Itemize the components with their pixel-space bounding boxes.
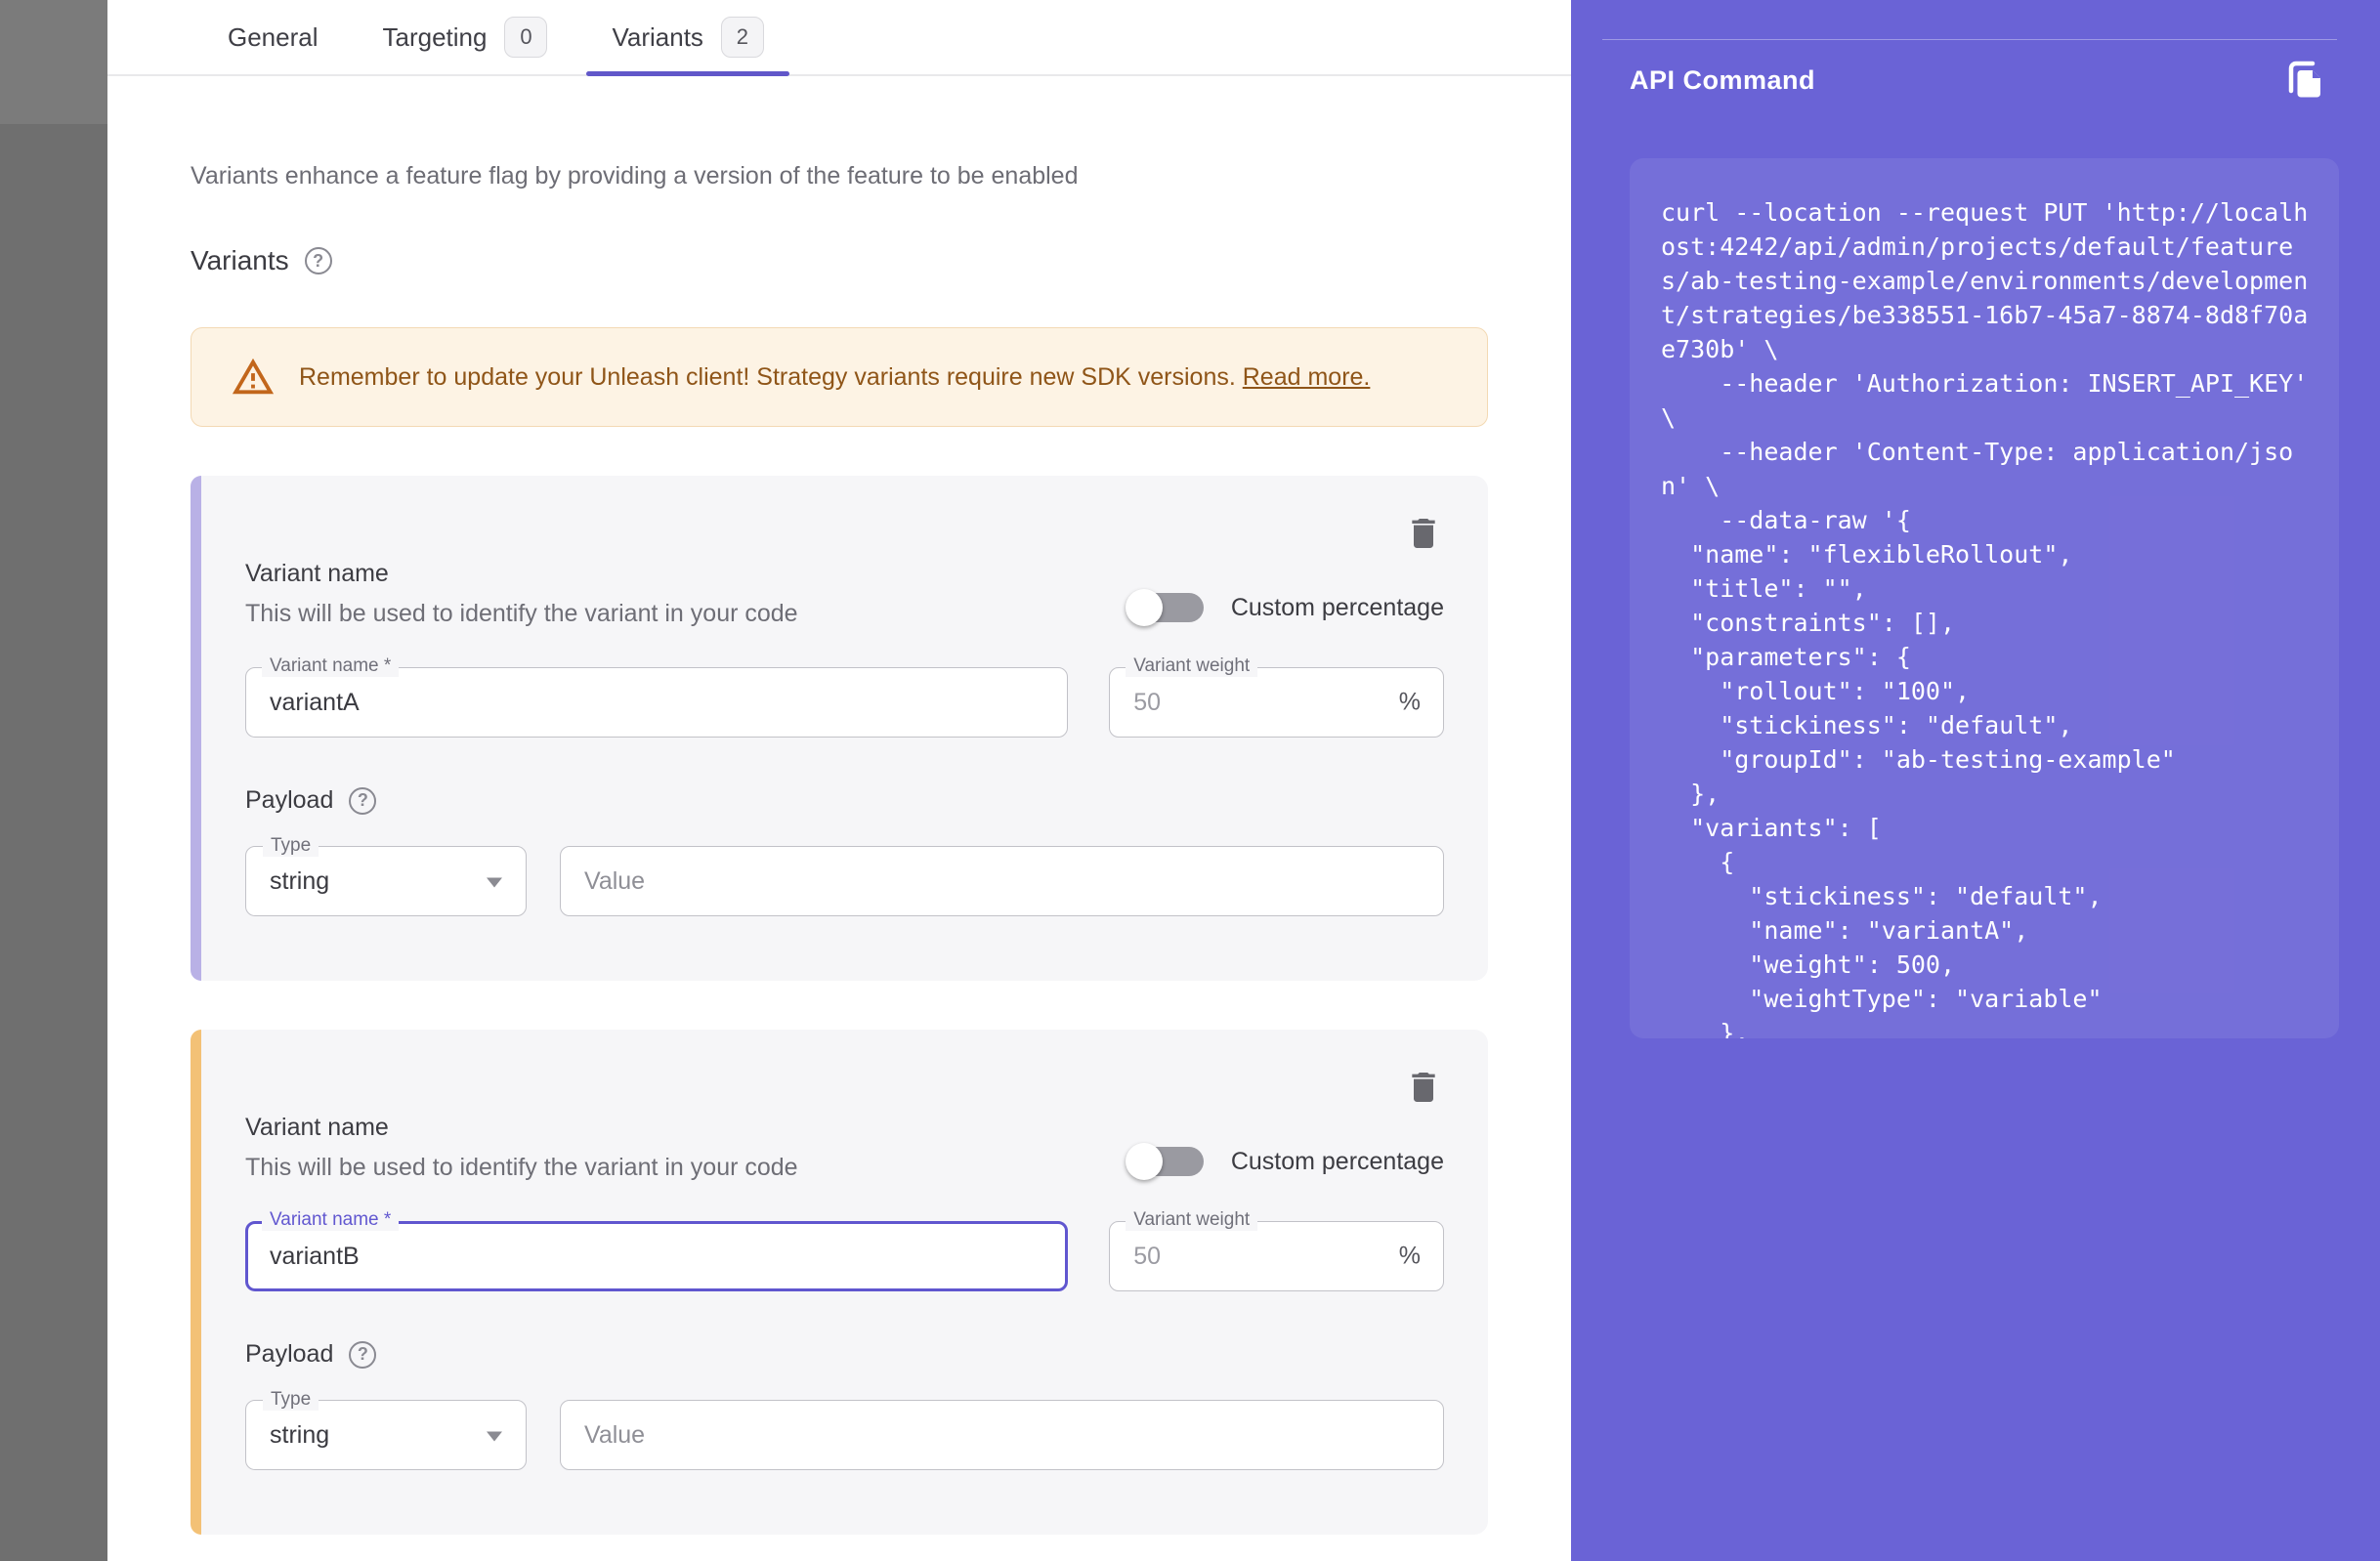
payload-type-value: string (270, 1421, 329, 1450)
payload-type-value: string (270, 867, 329, 896)
custom-percentage-label: Custom percentage (1231, 1148, 1444, 1176)
tab-targeting-badge: 0 (504, 17, 547, 58)
warning-text: Remember to update your Unleash client! … (299, 363, 1370, 392)
payload-value-field (560, 1400, 1444, 1470)
variant-weight-input (1109, 1221, 1444, 1291)
variant-name-description: This will be used to identify the varian… (245, 600, 798, 628)
tab-targeting[interactable]: Targeting 0 (358, 0, 574, 74)
trash-icon (1404, 514, 1443, 553)
variant-name-field: Variant name * (245, 1221, 1068, 1291)
sdk-warning-banner: Remember to update your Unleash client! … (191, 327, 1488, 427)
percent-suffix: % (1399, 1243, 1421, 1271)
strategy-tabbar: General Targeting 0 Variants 2 (107, 0, 1571, 76)
payload-type-select[interactable]: Type string (245, 1400, 527, 1470)
payload-type-select[interactable]: Type string (245, 846, 527, 916)
variant-name-input[interactable] (245, 1221, 1068, 1291)
variant-card-a: Variant name This will be used to identi… (191, 476, 1488, 981)
payload-help-icon[interactable]: ? (349, 787, 376, 815)
variant-weight-field: Variant weight % (1109, 1221, 1444, 1291)
copy-icon (2283, 58, 2328, 103)
payload-label: Payload (245, 786, 333, 815)
variants-description: Variants enhance a feature flag by provi… (191, 162, 1488, 190)
toggle-thumb-icon (1126, 589, 1163, 626)
tab-targeting-label: Targeting (383, 22, 488, 53)
delete-variant-button[interactable] (1403, 511, 1444, 556)
delete-variant-button[interactable] (1403, 1065, 1444, 1110)
tab-general-label: General (228, 22, 319, 53)
warning-icon (231, 355, 276, 400)
variant-name-description: This will be used to identify the varian… (245, 1154, 798, 1182)
payload-value-field (560, 846, 1444, 916)
payload-type-label: Type (263, 835, 319, 857)
custom-percentage-toggle[interactable] (1126, 589, 1204, 626)
payload-help-icon[interactable]: ? (349, 1341, 376, 1369)
copy-command-button[interactable] (2282, 57, 2329, 104)
variant-name-field-label: Variant name * (262, 655, 399, 677)
payload-value-input[interactable] (560, 846, 1444, 916)
tab-variants-label: Variants (612, 22, 702, 53)
toggle-thumb-icon (1126, 1143, 1163, 1180)
curl-command-text: curl --location --request PUT 'http://lo… (1661, 195, 2319, 1038)
variant-card-b: Variant name This will be used to identi… (191, 1030, 1488, 1535)
variants-section-heading: Variants ? (191, 245, 1488, 276)
payload-type-label: Type (263, 1389, 319, 1411)
variant-name-field-label: Variant name * (262, 1209, 399, 1231)
variant-weight-input (1109, 667, 1444, 738)
variant-name-input[interactable] (245, 667, 1068, 738)
variant-name-heading: Variant name (245, 1114, 798, 1142)
tab-variants-badge: 2 (721, 17, 764, 58)
dimmed-backdrop (0, 0, 107, 1561)
variant-weight-field: Variant weight % (1109, 667, 1444, 738)
dimmed-backdrop-header (0, 0, 107, 124)
variant-weight-field-label: Variant weight (1126, 655, 1257, 677)
percent-suffix: % (1399, 689, 1421, 717)
edit-strategy-panel: General Targeting 0 Variants 2 Variants … (107, 0, 1571, 1561)
panel-divider (1602, 39, 2337, 40)
variant-name-field: Variant name * (245, 667, 1068, 738)
variant-name-heading: Variant name (245, 560, 798, 588)
chevron-down-icon (487, 878, 502, 888)
tab-variants[interactable]: Variants 2 (586, 0, 788, 74)
read-more-link[interactable]: Read more. (1243, 363, 1371, 391)
variants-tab-content: Variants enhance a feature flag by provi… (107, 162, 1571, 1535)
custom-percentage-toggle[interactable] (1126, 1143, 1204, 1180)
api-command-title: API Command (1630, 65, 1815, 96)
custom-percentage-label: Custom percentage (1231, 594, 1444, 622)
trash-icon (1404, 1068, 1443, 1107)
tab-general[interactable]: General (202, 0, 344, 74)
payload-label: Payload (245, 1340, 333, 1369)
variants-section-title: Variants (191, 245, 289, 276)
api-command-code-block: curl --location --request PUT 'http://lo… (1630, 158, 2339, 1038)
payload-value-input[interactable] (560, 1400, 1444, 1470)
variant-weight-field-label: Variant weight (1126, 1209, 1257, 1231)
variants-help-icon[interactable]: ? (305, 247, 332, 274)
api-command-panel: API Command curl --location --request PU… (1571, 0, 2380, 1561)
chevron-down-icon (487, 1432, 502, 1442)
